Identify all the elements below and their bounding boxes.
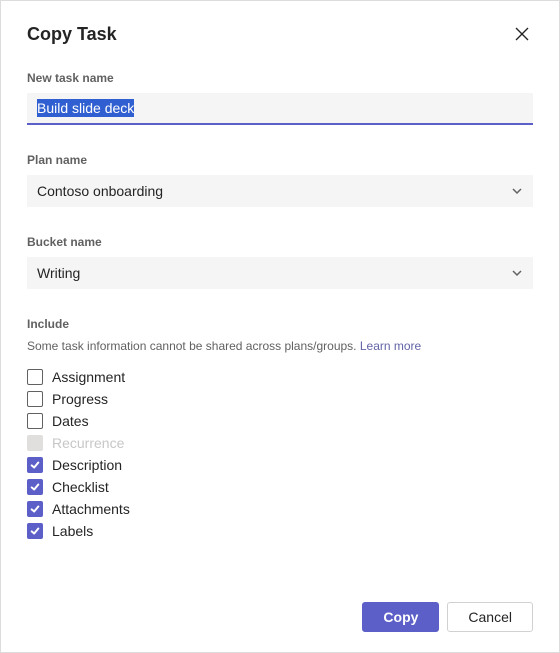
include-item[interactable]: Dates: [27, 413, 533, 429]
bucket-name-value: Writing: [37, 265, 80, 281]
task-name-field: New task name Build slide deck: [27, 71, 533, 125]
checkbox[interactable]: [27, 413, 43, 429]
task-name-value: Build slide deck: [37, 99, 134, 117]
copy-button[interactable]: Copy: [362, 602, 439, 632]
close-button[interactable]: [511, 23, 533, 45]
include-section: Include Some task information cannot be …: [27, 317, 533, 539]
include-item-label: Labels: [52, 523, 93, 539]
checkbox[interactable]: [27, 523, 43, 539]
bucket-name-label: Bucket name: [27, 235, 533, 249]
bucket-name-select[interactable]: Writing: [27, 257, 533, 289]
close-icon: [515, 27, 529, 41]
chevron-down-icon: [511, 185, 523, 197]
include-item-label: Recurrence: [52, 435, 124, 451]
checkmark-icon: [30, 482, 40, 492]
task-name-input[interactable]: Build slide deck: [27, 93, 533, 125]
dialog-title: Copy Task: [27, 24, 117, 45]
cancel-button[interactable]: Cancel: [447, 602, 533, 632]
chevron-down-icon: [511, 267, 523, 279]
include-hint: Some task information cannot be shared a…: [27, 339, 533, 353]
bucket-name-field: Bucket name Writing: [27, 235, 533, 289]
checkbox: [27, 435, 43, 451]
include-item-label: Description: [52, 457, 122, 473]
dialog-footer: Copy Cancel: [362, 602, 533, 632]
checkbox[interactable]: [27, 457, 43, 473]
checkbox[interactable]: [27, 369, 43, 385]
include-item-label: Checklist: [52, 479, 109, 495]
plan-name-label: Plan name: [27, 153, 533, 167]
checkbox[interactable]: [27, 501, 43, 517]
checkmark-icon: [30, 460, 40, 470]
checkmark-icon: [30, 526, 40, 536]
include-item[interactable]: Checklist: [27, 479, 533, 495]
include-item-label: Attachments: [52, 501, 130, 517]
checkbox[interactable]: [27, 391, 43, 407]
checkbox[interactable]: [27, 479, 43, 495]
include-item[interactable]: Labels: [27, 523, 533, 539]
include-checklist: Assignment Progress Dates Recurrence Descrip…: [27, 369, 533, 539]
task-name-label: New task name: [27, 71, 533, 85]
include-item[interactable]: Description: [27, 457, 533, 473]
dialog-header: Copy Task: [27, 23, 533, 45]
include-item-label: Progress: [52, 391, 108, 407]
include-label: Include: [27, 317, 533, 331]
plan-name-select[interactable]: Contoso onboarding: [27, 175, 533, 207]
checkmark-icon: [30, 504, 40, 514]
include-item-label: Dates: [52, 413, 89, 429]
include-item[interactable]: Progress: [27, 391, 533, 407]
include-item[interactable]: Assignment: [27, 369, 533, 385]
include-item: Recurrence: [27, 435, 533, 451]
include-item-label: Assignment: [52, 369, 125, 385]
include-item[interactable]: Attachments: [27, 501, 533, 517]
plan-name-field: Plan name Contoso onboarding: [27, 153, 533, 207]
plan-name-value: Contoso onboarding: [37, 183, 163, 199]
learn-more-link[interactable]: Learn more: [360, 339, 421, 353]
copy-task-dialog: Copy Task New task name Build slide deck…: [1, 1, 559, 539]
